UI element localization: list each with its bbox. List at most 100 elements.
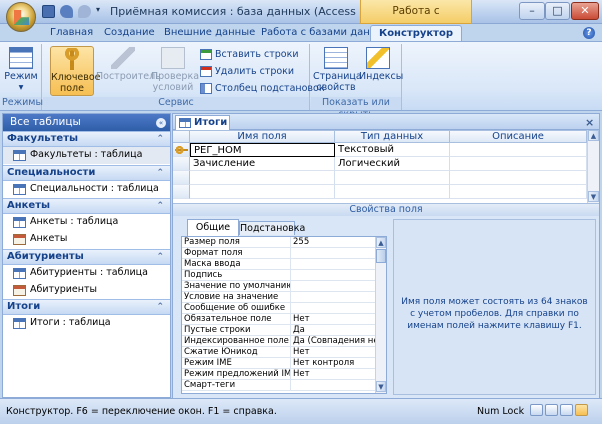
property-row[interactable]: Формат поля <box>182 248 375 259</box>
property-value[interactable] <box>290 270 375 281</box>
description-cell[interactable] <box>450 171 587 185</box>
property-value[interactable]: Нет <box>290 369 375 380</box>
nav-item-questionnaires-form[interactable]: Анкеты <box>3 231 170 248</box>
property-help-text: Имя поля может состоять из 64 знаков с у… <box>393 219 596 395</box>
collapse-group-icon[interactable]: ⌃ <box>156 199 164 213</box>
collapse-group-icon[interactable]: ⌃ <box>156 250 164 264</box>
field-name-cell[interactable] <box>190 185 335 199</box>
nav-item-applicants-form[interactable]: Абитуриенты <box>3 282 170 299</box>
nav-group-faculties[interactable]: Факультеты ⌃ <box>3 131 170 147</box>
nav-pane-collapse-icon[interactable]: « <box>156 118 166 128</box>
property-value[interactable]: Нет <box>290 314 375 325</box>
collapse-group-icon[interactable]: ⌃ <box>156 166 164 180</box>
property-value[interactable] <box>290 248 375 259</box>
property-row[interactable]: Подпись <box>182 270 375 281</box>
property-value[interactable]: 255 <box>290 237 375 248</box>
scroll-up-icon[interactable]: ▲ <box>376 237 386 248</box>
row-selector[interactable] <box>173 171 190 185</box>
scroll-thumb[interactable] <box>376 249 386 263</box>
property-value[interactable] <box>290 303 375 314</box>
property-row[interactable]: Индексированное поле Да (Совпадения не <box>182 336 375 347</box>
lookup-column-button[interactable]: Столбец подстановок <box>200 82 325 96</box>
field-name-cell[interactable]: РЕГ_НОМ <box>190 143 335 157</box>
key-field-button[interactable]: Ключевое поле <box>50 46 101 96</box>
tab-external-data[interactable]: Внешние данные <box>158 25 261 42</box>
property-value[interactable]: Да (Совпадения не <box>290 336 375 347</box>
delete-rows-button[interactable]: Удалить строки <box>200 65 294 79</box>
property-row[interactable]: Сжатие Юникод Нет <box>182 347 375 358</box>
tab-design[interactable]: Конструктор <box>370 25 462 42</box>
property-row[interactable]: Маска ввода <box>182 259 375 270</box>
property-row[interactable]: Сообщение об ошибке <box>182 303 375 314</box>
description-cell[interactable] <box>450 143 587 157</box>
property-row[interactable]: Значение по умолчанию <box>182 281 375 292</box>
nav-group-specialties[interactable]: Специальности ⌃ <box>3 165 170 181</box>
undo-icon[interactable] <box>60 5 73 18</box>
indexes-button[interactable]: Индексы <box>359 46 403 96</box>
property-row[interactable]: Режим IME Нет контроля <box>182 358 375 369</box>
nav-item-results-table[interactable]: Итоги : таблица <box>3 315 170 332</box>
row-selector[interactable] <box>173 157 190 171</box>
field-name-cell[interactable] <box>190 171 335 185</box>
data-type-cell[interactable]: Текстовый <box>335 143 450 157</box>
property-value[interactable]: Да <box>290 325 375 336</box>
property-value[interactable]: Нет контроля <box>290 358 375 369</box>
row-selector[interactable] <box>173 143 190 157</box>
nav-item-questionnaires-table[interactable]: Анкеты : таблица <box>3 214 170 231</box>
qat-customize-icon[interactable]: ▾ <box>96 5 100 14</box>
scroll-down-icon[interactable]: ▼ <box>376 381 386 392</box>
tab-lookup[interactable]: Подстановка <box>239 221 305 235</box>
save-icon[interactable] <box>42 5 55 18</box>
scroll-down-icon[interactable]: ▼ <box>588 191 599 202</box>
row-selector[interactable] <box>173 185 190 199</box>
help-icon[interactable]: ? <box>583 27 595 39</box>
nav-item-specialties-table[interactable]: Специальности : таблица <box>3 181 170 198</box>
nav-group-questionnaires[interactable]: Анкеты ⌃ <box>3 198 170 214</box>
maximize-button[interactable]: □ <box>545 2 570 20</box>
datasheet-view-icon[interactable] <box>530 404 543 416</box>
delete-rows-label: Удалить строки <box>215 66 295 77</box>
tab-home[interactable]: Главная <box>44 25 99 42</box>
tab-general[interactable]: Общие <box>187 219 239 236</box>
field-grid-scrollbar[interactable]: ▲ ▼ <box>587 130 599 203</box>
property-row[interactable]: Обязательное поле Нет <box>182 314 375 325</box>
property-value[interactable] <box>290 281 375 292</box>
property-row[interactable]: Размер поля 255 <box>182 237 375 248</box>
property-row[interactable]: Смарт-теги <box>182 380 375 391</box>
nav-item-applicants-table[interactable]: Абитуриенты : таблица <box>3 265 170 282</box>
data-type-cell[interactable] <box>335 171 450 185</box>
minimize-button[interactable]: – <box>519 2 545 20</box>
property-row[interactable]: Пустые строки Да <box>182 325 375 336</box>
design-view-icon[interactable] <box>575 404 588 416</box>
tab-create[interactable]: Создание <box>98 25 161 42</box>
property-row[interactable]: Режим предложений IME Нет <box>182 369 375 380</box>
property-value[interactable] <box>290 292 375 303</box>
nav-group-applicants[interactable]: Абитуриенты ⌃ <box>3 249 170 265</box>
document-tab[interactable]: Итоги <box>175 115 230 130</box>
description-cell[interactable] <box>450 185 587 199</box>
description-cell[interactable] <box>450 157 587 171</box>
data-type-cell[interactable] <box>335 185 450 199</box>
nav-group-results[interactable]: Итоги ⌃ <box>3 299 170 315</box>
nav-pane-header[interactable]: Все таблицы « <box>3 114 170 131</box>
view-button[interactable]: Режим ▾ <box>3 46 39 96</box>
property-value[interactable] <box>290 259 375 270</box>
property-value[interactable] <box>290 380 375 391</box>
close-document-icon[interactable]: × <box>585 116 594 129</box>
collapse-group-icon[interactable]: ⌃ <box>156 132 164 146</box>
nav-item-faculties-table[interactable]: Факультеты : таблица <box>3 147 170 164</box>
pivot-chart-view-icon[interactable] <box>560 404 573 416</box>
property-row[interactable]: Условие на значение <box>182 292 375 303</box>
field-name-cell[interactable]: Зачисление <box>190 157 335 171</box>
data-type-cell[interactable]: Логический <box>335 157 450 171</box>
office-button[interactable] <box>6 2 36 32</box>
property-value[interactable]: Нет <box>290 347 375 358</box>
scroll-up-icon[interactable]: ▲ <box>588 130 599 141</box>
pivot-table-view-icon[interactable] <box>545 404 558 416</box>
property-grid-scrollbar[interactable]: ▲ ▼ <box>375 237 386 393</box>
insert-rows-button[interactable]: Вставить строки <box>200 48 299 62</box>
redo-icon[interactable] <box>78 5 91 18</box>
collapse-group-icon[interactable]: ⌃ <box>156 300 164 314</box>
close-button[interactable]: ✕ <box>571 2 599 20</box>
property-sheet-button[interactable]: Страница свойств <box>313 46 362 96</box>
